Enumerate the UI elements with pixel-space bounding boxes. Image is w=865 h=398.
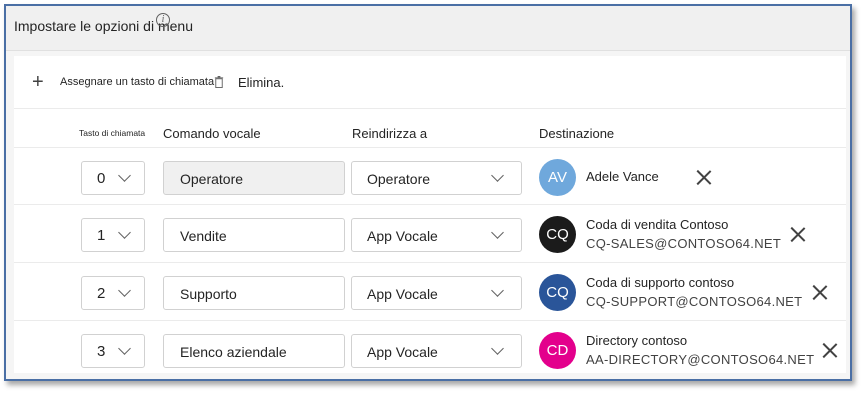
column-header-destination: Destinazione [539,126,615,141]
chevron-down-icon [491,169,504,182]
column-header-key: Tasto di chiamata [79,128,146,138]
chevron-down-icon [118,284,131,297]
destination-name: Directory contoso [586,333,688,348]
chevron-down-icon [491,342,504,355]
table-row: 3 Elenco aziendale App Vocale CD Directo… [14,320,846,377]
redirect-value: Operatore [367,171,431,187]
delete-button[interactable]: Elimina. [214,72,284,92]
remove-destination-icon[interactable] [820,340,840,360]
avatar: AV [539,159,576,196]
remove-destination-icon[interactable] [788,224,808,244]
avatar: CQ [539,274,576,311]
chevron-down-icon [118,226,131,239]
redirect-dropdown[interactable]: App Vocale [351,334,522,368]
remove-destination-icon[interactable] [694,167,714,187]
destination-email: AA-DIRECTORY@CONTOSO64.NET [586,352,815,367]
destination-name: Coda di vendita Contoso [586,217,729,232]
redirect-dropdown[interactable]: App Vocale [351,218,522,252]
assign-key-button[interactable]: + Assegnare un tasto di chiamata [32,72,214,92]
key-value: 2 [97,285,106,302]
menu-options-content: + Assegnare un tasto di chiamata Elimina… [14,56,846,373]
chevron-down-icon [491,226,504,239]
title-bar: Impostare le opzioni di menu i [6,6,850,51]
redirect-dropdown[interactable]: Operatore [351,161,522,195]
key-dropdown[interactable]: 3 [81,334,145,368]
key-value: 0 [97,170,106,187]
toolbar: + Assegnare un tasto di chiamata Elimina… [14,56,846,109]
info-icon[interactable]: i [156,13,170,27]
remove-destination-icon[interactable] [810,282,830,302]
voice-command-input[interactable]: Supporto [163,276,345,310]
voice-command-input[interactable]: Elenco aziendale [163,334,345,368]
key-value: 1 [97,227,106,244]
column-header-voice-command: Comando vocale [163,126,261,141]
destination-name: Adele Vance [586,169,659,184]
chevron-down-icon [491,284,504,297]
key-value: 3 [97,343,106,360]
redirect-value: App Vocale [367,286,438,302]
key-dropdown[interactable]: 0 [81,161,145,195]
assign-key-label: Assegnare un tasto di chiamata [60,76,215,88]
key-dropdown[interactable]: 1 [81,218,145,252]
key-dropdown[interactable]: 2 [81,276,145,310]
delete-label: Elimina. [238,74,285,90]
destination-email: CQ-SUPPORT@CONTOSO64.NET [586,294,803,309]
plus-icon: + [32,71,44,93]
menu-options-panel: Impostare le opzioni di menu i + Assegna… [4,4,852,381]
chevron-down-icon [118,169,131,182]
voice-command-input[interactable]: Vendite [163,218,345,252]
column-header-redirect: Reindirizza a [352,126,428,141]
table-row: 0 Operatore Operatore AV Adele Vance [14,147,846,204]
redirect-value: App Vocale [367,344,438,360]
table-row: 2 Supporto App Vocale CQ Coda di support… [14,262,846,319]
destination-email: CQ-SALES@CONTOSO64.NET [586,236,782,251]
destination-name: Coda di supporto contoso [586,275,735,290]
voice-command-input: Operatore [163,161,345,195]
chevron-down-icon [118,342,131,355]
redirect-dropdown[interactable]: App Vocale [351,276,522,310]
table-row: 1 Vendite App Vocale CQ Coda di vendita … [14,204,846,261]
trash-icon [214,76,224,88]
avatar: CD [539,332,576,369]
redirect-value: App Vocale [367,228,438,244]
avatar: CQ [539,216,576,253]
